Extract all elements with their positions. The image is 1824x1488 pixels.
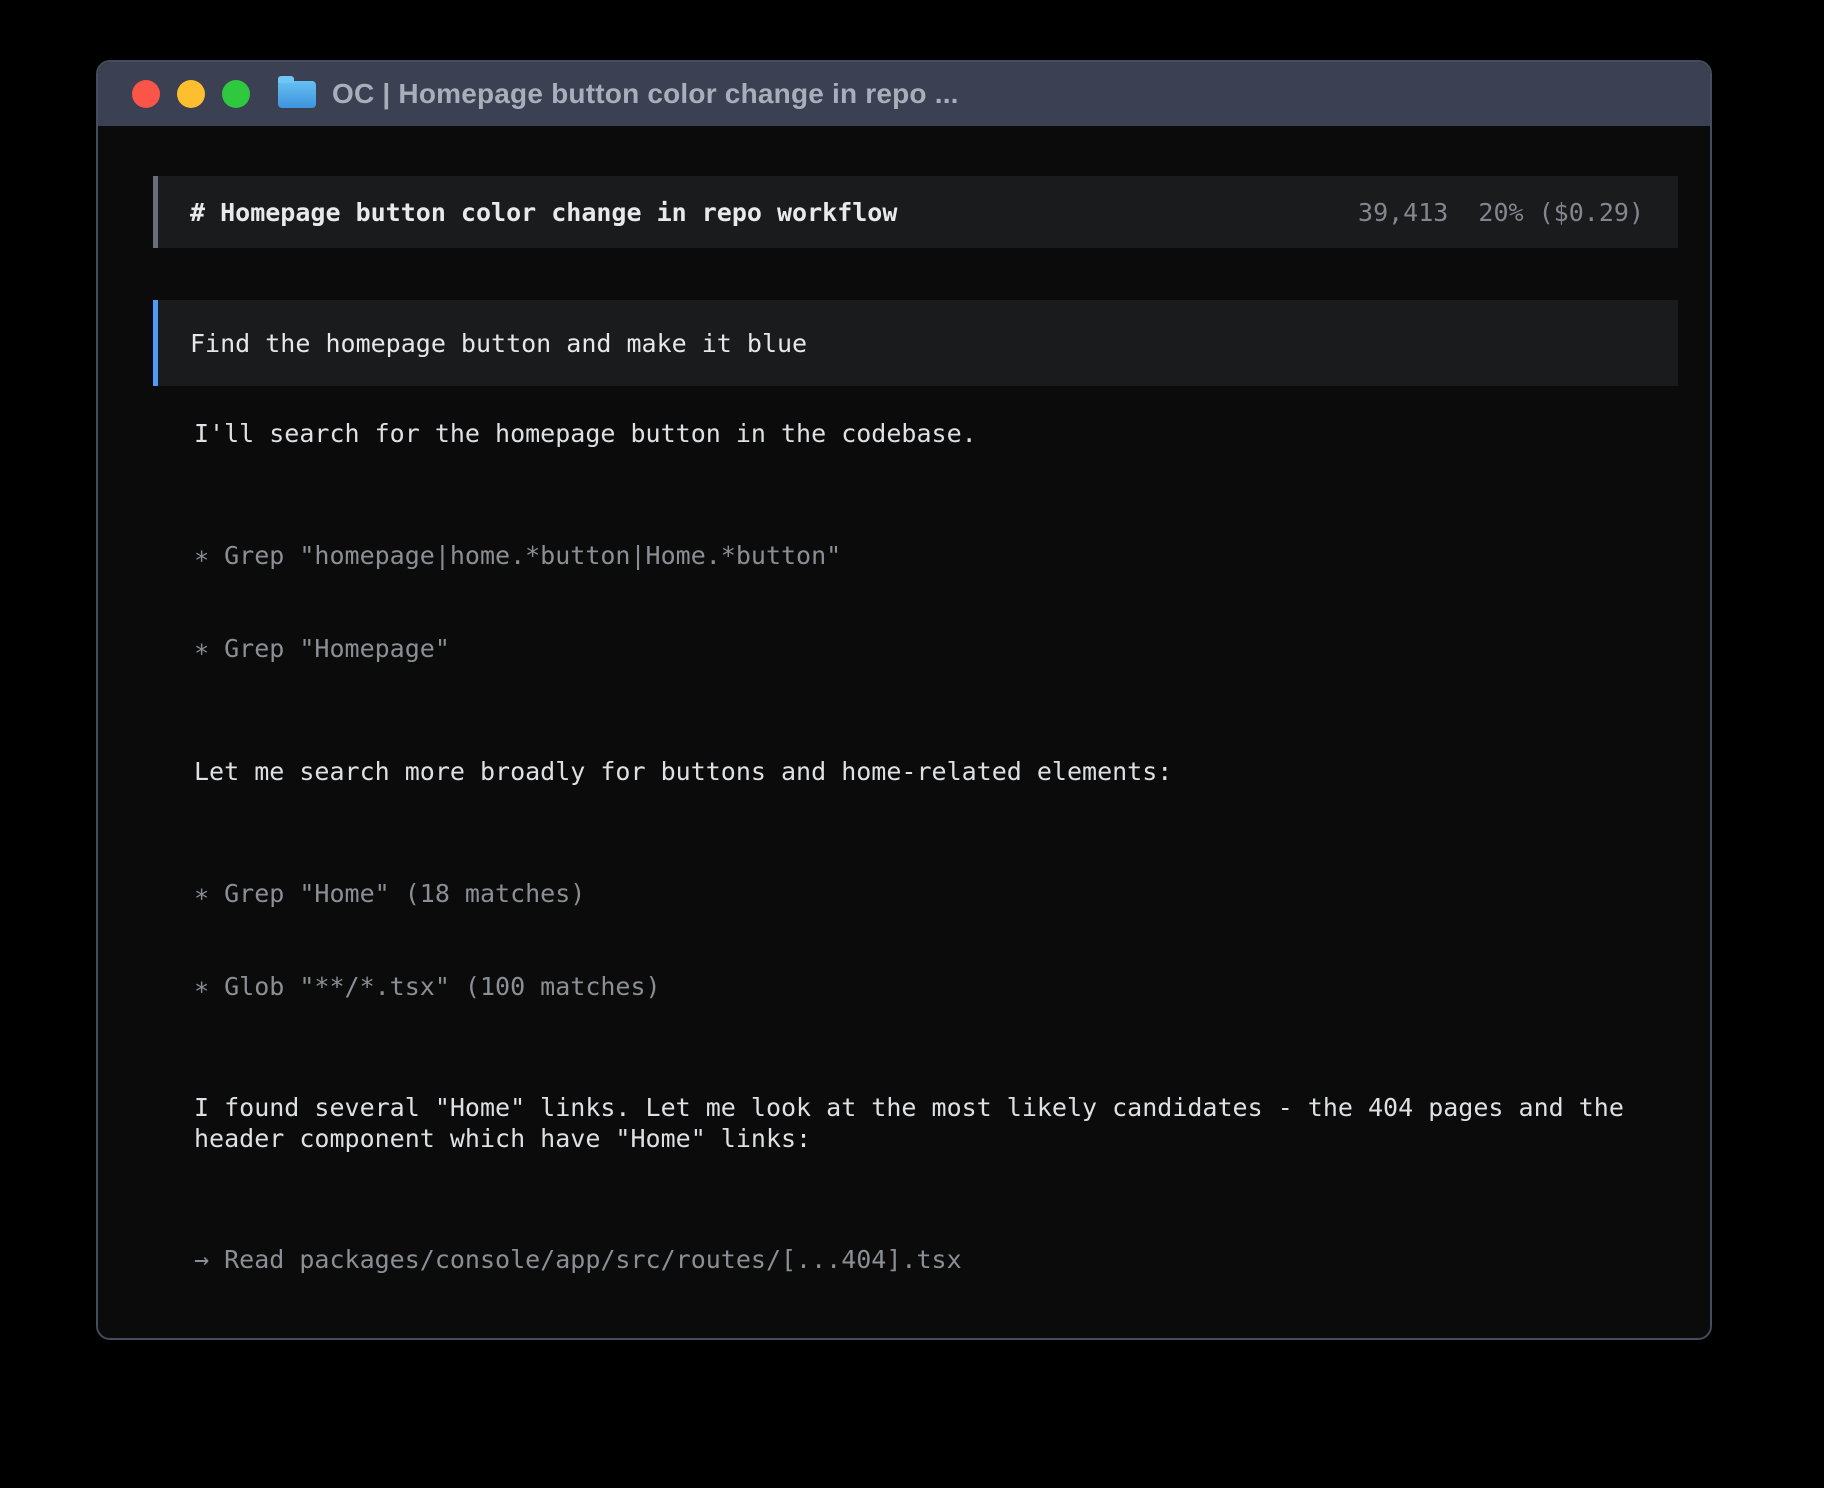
user-message: Find the homepage button and make it blu…: [153, 300, 1678, 386]
minimize-button[interactable]: [177, 80, 205, 108]
assistant-text: I'll search for the homepage button in t…: [194, 418, 1684, 449]
close-button[interactable]: [132, 80, 160, 108]
session-title: # Homepage button color change in repo w…: [190, 197, 897, 228]
tool-call-read: → Read packages/console/app/src/componen…: [194, 1337, 1710, 1340]
assistant-text: Let me search more broadly for buttons a…: [194, 756, 1684, 787]
tool-call-grep: ∗ Grep "homepage|home.*button|Home.*butt…: [194, 540, 1710, 571]
session-token-stats: 39,413 20% ($0.29): [1358, 197, 1644, 228]
tool-call-glob: ∗ Glob "**/*.tsx" (100 matches): [194, 971, 1710, 1002]
tool-call-read: → Read packages/console/app/src/routes/[…: [194, 1244, 1710, 1275]
tool-call-list: ∗ Grep "homepage|home.*button|Home.*butt…: [194, 478, 1710, 726]
window-title: OC | Homepage button color change in rep…: [332, 78, 959, 110]
terminal-content: # Homepage button color change in repo w…: [98, 126, 1710, 1340]
tool-call-grep: ∗ Grep "Homepage": [194, 633, 1710, 664]
tool-call-list: → Read packages/console/app/src/routes/[…: [194, 1182, 1710, 1340]
tool-call-list: ∗ Grep "Home" (18 matches) ∗ Glob "**/*.…: [194, 816, 1710, 1064]
tool-call-grep: ∗ Grep "Home" (18 matches): [194, 878, 1710, 909]
folder-icon: [278, 81, 316, 108]
titlebar[interactable]: OC | Homepage button color change in rep…: [98, 62, 1710, 126]
zoom-button[interactable]: [222, 80, 250, 108]
session-header: # Homepage button color change in repo w…: [153, 176, 1678, 248]
traffic-lights: [132, 80, 250, 108]
user-message-text: Find the homepage button and make it blu…: [190, 328, 807, 359]
assistant-text: I found several "Home" links. Let me loo…: [194, 1092, 1684, 1154]
terminal-window: OC | Homepage button color change in rep…: [96, 60, 1712, 1340]
